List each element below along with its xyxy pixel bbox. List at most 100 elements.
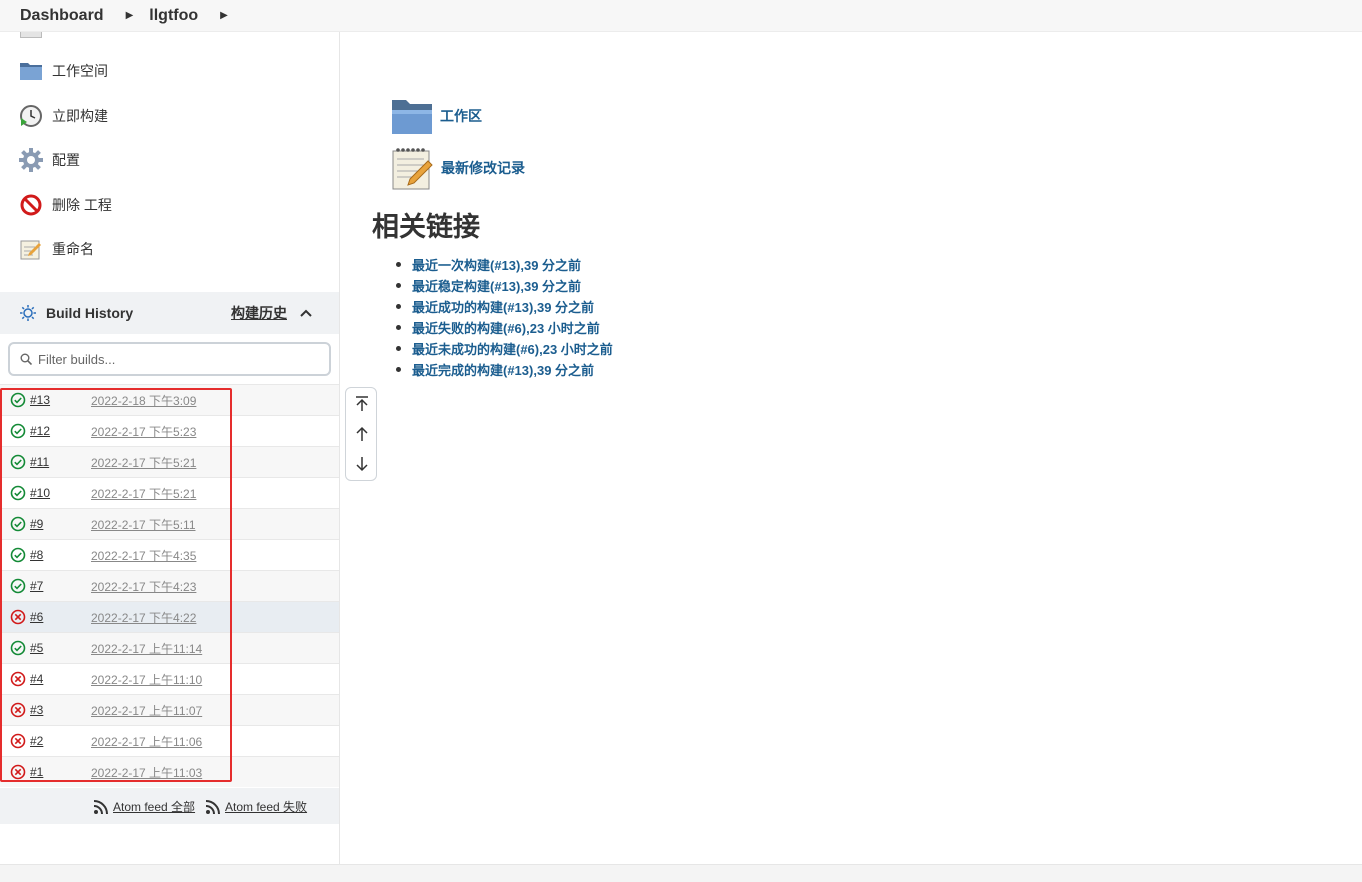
build-date-link[interactable]: 2022-2-17 下午5:11 (91, 516, 196, 533)
collapse-chevron-up-icon[interactable] (298, 305, 314, 321)
build-number-link[interactable]: #13 (30, 393, 50, 407)
build-date-link[interactable]: 2022-2-17 下午4:22 (91, 609, 196, 626)
breadcrumb-separator-icon[interactable]: ▶ (220, 10, 228, 21)
sidebar-item-rename[interactable]: 重命名 (18, 234, 94, 264)
atom-feed-all-link[interactable]: Atom feed 全部 (93, 798, 195, 815)
success-check-icon (10, 578, 26, 594)
build-number-link[interactable]: #10 (30, 486, 50, 500)
build-date-link[interactable]: 2022-2-18 下午3:09 (91, 392, 196, 409)
success-check-icon (10, 547, 26, 563)
build-row[interactable]: #7 2022-2-17 下午4:23 (0, 570, 339, 601)
sidebar-item-label: 立即构建 (52, 108, 108, 124)
success-check-icon (10, 640, 26, 656)
related-links-list: 最近一次构建(#13),39 分之前 最近稳定构建(#13),39 分之前 最近成功… (396, 254, 613, 380)
workspace-link[interactable]: 工作区 (390, 96, 482, 136)
build-date-link[interactable]: 2022-2-17 上午11:03 (91, 764, 202, 781)
build-date-link[interactable]: 2022-2-17 上午11:10 (91, 671, 202, 688)
atom-feed-all-label: Atom feed 全部 (113, 800, 196, 814)
build-row[interactable]: #6 2022-2-17 下午4:22 (0, 601, 339, 632)
large-folder-icon (390, 96, 434, 136)
gear-icon (18, 147, 44, 173)
build-date-link[interactable]: 2022-2-17 上午11:06 (91, 733, 202, 750)
success-check-icon (10, 516, 26, 532)
failed-x-icon (10, 764, 26, 780)
build-date-link[interactable]: 2022-2-17 下午4:23 (91, 578, 196, 595)
sidebar-item-delete[interactable]: 删除 工程 (18, 190, 112, 220)
build-history-title: Build History (46, 305, 134, 321)
changes-link[interactable]: 最新修改记录 (390, 145, 525, 191)
related-link[interactable]: 最近完成的构建(#13),39 分之前 (396, 359, 613, 380)
build-row[interactable]: #1 2022-2-17 上午11:03 (0, 756, 339, 787)
build-list: #13 2022-2-18 下午3:09 #12 2022-2-17 下午5:23 #1… (0, 384, 339, 787)
sidebar-item-configure[interactable]: 配置 (18, 145, 80, 175)
sidebar-item-label: 配置 (52, 152, 80, 168)
sidebar-item-label: 工作空间 (52, 63, 108, 79)
build-date-link[interactable]: 2022-2-17 下午5:23 (91, 423, 196, 440)
build-date-link[interactable]: 2022-2-17 上午11:14 (91, 640, 202, 657)
rss-icon (93, 799, 108, 814)
sidebar-item-cutoff (20, 32, 42, 38)
atom-feed-failed-label: Atom feed 失败 (225, 800, 308, 814)
scroll-top-icon[interactable] (353, 395, 371, 413)
build-row[interactable]: #11 2022-2-17 下午5:21 (0, 446, 339, 477)
failed-x-icon (10, 609, 26, 625)
build-date-link[interactable]: 2022-2-17 下午5:21 (91, 454, 196, 471)
breadcrumb-dashboard[interactable]: Dashboard (20, 7, 104, 25)
build-number-link[interactable]: #1 (30, 765, 43, 779)
build-number-link[interactable]: #9 (30, 517, 43, 531)
success-check-icon (10, 392, 26, 408)
breadcrumb: Dashboard ▶ llgtfoo ▶ (0, 0, 1362, 32)
build-number-link[interactable]: #2 (30, 734, 43, 748)
scroll-up-icon[interactable] (353, 425, 371, 443)
failed-x-icon (10, 671, 26, 687)
scroll-down-icon[interactable] (353, 455, 371, 473)
breadcrumb-separator-icon[interactable]: ▶ (126, 10, 134, 21)
filter-builds-field (8, 342, 331, 376)
scroll-controls (345, 387, 377, 481)
build-number-link[interactable]: #6 (30, 610, 43, 624)
sidebar-item-workspace[interactable]: 工作空间 (18, 56, 108, 86)
workspace-link-label: 工作区 (440, 108, 482, 124)
build-row[interactable]: #3 2022-2-17 上午11:07 (0, 694, 339, 725)
build-row[interactable]: #10 2022-2-17 下午5:21 (0, 477, 339, 508)
rss-icon (205, 799, 220, 814)
related-link[interactable]: 最近失败的构建(#6),23 小时之前 (396, 317, 613, 338)
build-date-link[interactable]: 2022-2-17 上午11:07 (91, 702, 202, 719)
build-row[interactable]: #5 2022-2-17 上午11:14 (0, 632, 339, 663)
breadcrumb-project[interactable]: llgtfoo (149, 7, 198, 25)
build-number-link[interactable]: #5 (30, 641, 43, 655)
filter-builds-input[interactable] (38, 351, 308, 367)
build-row[interactable]: #13 2022-2-18 下午3:09 (0, 384, 339, 415)
build-number-link[interactable]: #11 (30, 455, 49, 469)
success-check-icon (10, 454, 26, 470)
build-row[interactable]: #4 2022-2-17 上午11:10 (0, 663, 339, 694)
feeds-bar: Atom feed 全部 Atom feed 失败 (0, 788, 339, 824)
build-number-link[interactable]: #7 (30, 579, 43, 593)
atom-feed-failed-link[interactable]: Atom feed 失败 (205, 798, 307, 815)
folder-icon (18, 58, 44, 84)
build-date-link[interactable]: 2022-2-17 下午4:35 (91, 547, 196, 564)
sidebar: 工作空间 立即构建 配置 删除 工程 重命名 Build History 构建历… (0, 32, 340, 864)
related-link[interactable]: 最近稳定构建(#13),39 分之前 (396, 275, 613, 296)
related-links-title: 相关链接 (372, 212, 480, 242)
build-row[interactable]: #9 2022-2-17 下午5:11 (0, 508, 339, 539)
build-row[interactable]: #8 2022-2-17 下午4:35 (0, 539, 339, 570)
notepad-icon (390, 145, 435, 191)
build-number-link[interactable]: #8 (30, 548, 43, 562)
build-number-link[interactable]: #4 (30, 672, 43, 686)
success-check-icon (10, 423, 26, 439)
related-link[interactable]: 最近未成功的构建(#6),23 小时之前 (396, 338, 613, 359)
build-number-link[interactable]: #3 (30, 703, 43, 717)
build-number-link[interactable]: #12 (30, 424, 50, 438)
build-row[interactable]: #12 2022-2-17 下午5:23 (0, 415, 339, 446)
sidebar-item-build-now[interactable]: 立即构建 (18, 101, 108, 131)
search-icon (20, 353, 32, 365)
build-trend-link[interactable]: 构建历史 (231, 303, 287, 323)
build-history-header: Build History 构建历史 (0, 292, 339, 334)
related-link[interactable]: 最近成功的构建(#13),39 分之前 (396, 296, 613, 317)
related-link[interactable]: 最近一次构建(#13),39 分之前 (396, 254, 613, 275)
build-row[interactable]: #2 2022-2-17 上午11:06 (0, 725, 339, 756)
failed-x-icon (10, 702, 26, 718)
build-date-link[interactable]: 2022-2-17 下午5:21 (91, 485, 196, 502)
delete-icon (18, 192, 44, 218)
